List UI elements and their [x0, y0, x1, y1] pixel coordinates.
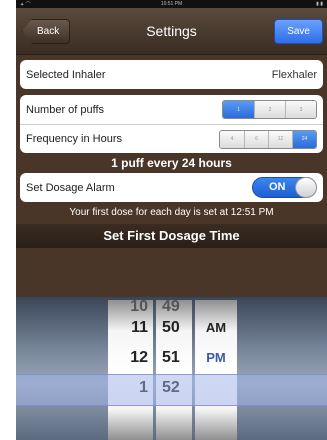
frequency-option-24[interactable]: 24	[292, 130, 316, 148]
alarm-row: Set Dosage Alarm ON	[20, 173, 323, 202]
dosage-summary: 1 puff every 24 hours	[111, 156, 232, 170]
inhaler-label: Selected Inhaler	[26, 68, 106, 81]
navbar: Back Settings Save	[16, 8, 327, 55]
first-dose-info: Your first dose for each day is set at 1…	[69, 207, 274, 218]
alarm-label: Set Dosage Alarm	[26, 181, 115, 194]
page-title: Settings	[146, 23, 197, 39]
puffs-row: Number of puffs 1 2 3	[20, 95, 323, 124]
hour-cell[interactable]: 10	[130, 299, 148, 315]
puffs-option-1[interactable]: 1	[223, 101, 254, 118]
inhaler-value: Flexhaler	[271, 68, 317, 81]
status-bar: ✦ ⌒ 10:51 PM ▮ ▮	[16, 0, 327, 8]
ampm-wheel[interactable]: AM PM	[195, 300, 237, 440]
battery-icon: ▮ ▮	[316, 1, 323, 7]
puffs-label: Number of puffs	[26, 103, 105, 116]
hour-cell[interactable]: 11	[131, 313, 148, 343]
minute-wheel[interactable]: 49 50 51 52	[156, 299, 192, 440]
minute-cell-selected[interactable]: 51	[162, 343, 180, 373]
ampm-cell[interactable]: AM	[206, 313, 226, 343]
frequency-segmented-control: 4 6 12 24	[219, 129, 317, 149]
hour-wheel[interactable]: 10 11 12 1	[108, 299, 153, 440]
dosage-group: Number of puffs 1 2 3 Frequency in Hours…	[20, 95, 323, 153]
frequency-option-12[interactable]: 12	[268, 130, 292, 148]
picker-header: Set First Dosage Time	[16, 224, 327, 248]
back-button[interactable]: Back	[22, 19, 71, 44]
minute-cell[interactable]: 52	[162, 373, 180, 403]
picker-wheels: 10 11 12 1 49 50 51 52 AM PM	[108, 299, 237, 440]
puffs-option-2[interactable]: 2	[254, 101, 285, 118]
status-time: 10:51 PM	[160, 1, 183, 7]
hour-cell[interactable]: 1	[139, 373, 148, 403]
frequency-label: Frequency in Hours	[26, 133, 122, 145]
inhaler-group: Selected Inhaler Flexhaler	[20, 60, 323, 89]
frequency-option-4[interactable]: 4	[220, 130, 244, 148]
settings-screen: Back Settings Save Selected Inhaler Flex…	[16, 8, 327, 440]
toggle-knob	[295, 177, 317, 198]
puffs-option-3[interactable]: 3	[285, 101, 316, 118]
toggle-on-label: ON	[269, 181, 286, 193]
time-picker: 10 11 12 1 49 50 51 52 AM PM	[16, 297, 327, 440]
puffs-segmented-control: 1 2 3	[222, 100, 317, 119]
minute-cell[interactable]: 50	[162, 313, 180, 343]
minute-cell[interactable]: 49	[162, 299, 180, 315]
alarm-toggle[interactable]: ON	[252, 177, 317, 198]
alarm-group: Set Dosage Alarm ON	[20, 173, 323, 202]
frequency-row: Frequency in Hours 4 6 12 24	[20, 124, 323, 153]
frequency-option-6[interactable]: 6	[244, 130, 268, 148]
save-button[interactable]: Save	[274, 19, 323, 44]
inhaler-row[interactable]: Selected Inhaler Flexhaler	[20, 60, 323, 89]
signal-icon: ✦ ⌒	[20, 1, 31, 8]
ampm-cell-selected[interactable]: PM	[206, 343, 226, 373]
hour-cell-selected[interactable]: 12	[130, 343, 148, 373]
